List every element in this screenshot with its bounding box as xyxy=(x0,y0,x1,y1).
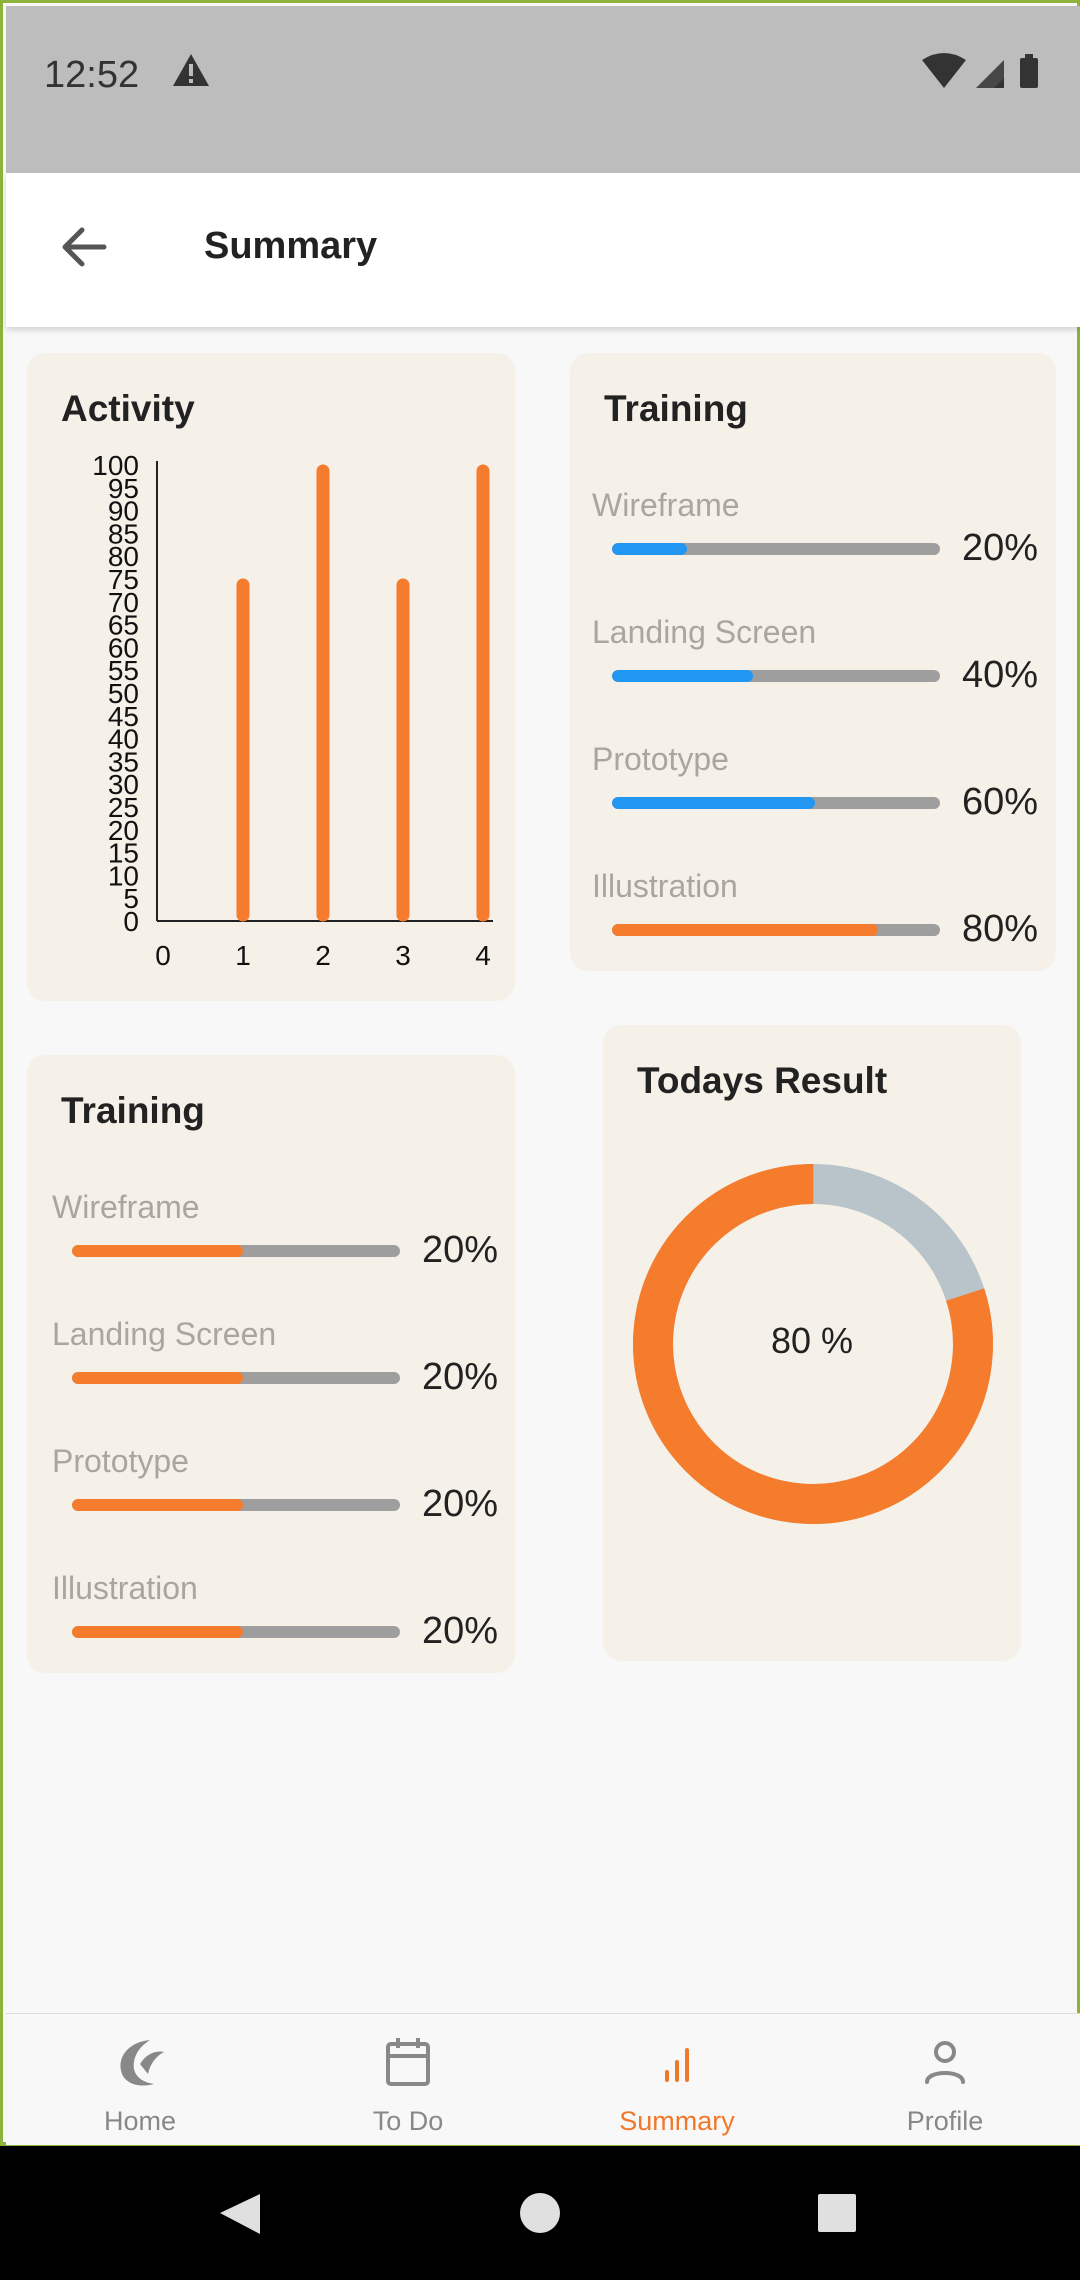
nav-profile-label: Profile xyxy=(906,2106,984,2136)
result-card: Todays Result 80 % xyxy=(603,1025,1021,1661)
battery-icon xyxy=(1020,54,1038,88)
training-bottom-item-label: Landing Screen xyxy=(52,1316,277,1352)
x-tick-label: 0 xyxy=(155,940,171,971)
x-tick-label: 1 xyxy=(235,940,251,971)
status-icons xyxy=(920,52,1050,97)
nav-todo-label: To Do xyxy=(372,2106,444,2136)
training-top-item-progress-fill xyxy=(612,670,754,682)
training-top-item-value: 60% xyxy=(962,781,1039,823)
training-bottom-title: Training xyxy=(61,1090,205,1131)
bar-chart-icon xyxy=(665,2048,689,2082)
training-top-item-progress-bar xyxy=(612,543,940,555)
arrow-back-icon xyxy=(62,227,107,267)
training-card-bottom: Training Wireframe 20% Landing Screen 20% Pr… xyxy=(27,1055,515,1673)
calendar-icon xyxy=(386,2038,430,2086)
training-top-item-value: 80% xyxy=(962,908,1039,950)
nav-home[interactable]: Home xyxy=(6,2014,274,2146)
training-bottom-item-value: 20% xyxy=(422,1229,499,1271)
training-top-title: Training xyxy=(604,388,748,429)
home-icon xyxy=(120,2040,164,2086)
training-bottom-item-value: 20% xyxy=(422,1356,499,1398)
x-tick-label: 3 xyxy=(395,940,411,971)
nav-profile[interactable]: Profile xyxy=(811,2014,1079,2146)
training-top-item-label: Wireframe xyxy=(592,487,740,523)
training-bottom-item-progress-bar xyxy=(72,1372,400,1384)
bottom-navigation: Home To Do Summary Profile xyxy=(6,2013,1080,2145)
training-top-item-progress-bar xyxy=(612,924,940,936)
training-bottom-item-progress-fill xyxy=(72,1245,243,1257)
training-bottom-item-label: Prototype xyxy=(52,1443,189,1479)
training-card-top: Training Wireframe 20% Landing Screen 40% Pr… xyxy=(570,353,1056,971)
training-top-item-progress-bar xyxy=(612,797,940,809)
nav-home-label: Home xyxy=(103,2106,177,2136)
wifi-icon xyxy=(922,53,966,88)
x-tick-label: 4 xyxy=(475,940,491,971)
system-home-icon[interactable] xyxy=(520,2193,560,2233)
back-button[interactable] xyxy=(54,217,114,277)
training-top-item-progress-fill xyxy=(612,797,816,809)
nav-todo[interactable]: To Do xyxy=(274,2014,542,2146)
nav-summary[interactable]: Summary xyxy=(543,2014,811,2146)
system-navigation-bar xyxy=(0,2146,1080,2280)
training-bottom-item-value: 20% xyxy=(422,1483,499,1525)
system-recents-icon[interactable] xyxy=(818,2194,856,2232)
training-bottom-item-progress-fill xyxy=(72,1626,243,1638)
training-top-item-label: Illustration xyxy=(592,868,738,904)
activity-bar-chart: 0510152025303540455055606570758085909510… xyxy=(92,450,493,971)
training-bottom-item-progress-bar xyxy=(72,1626,400,1638)
activity-card: Activity 0 5 10 15 20 25 30 35 40 45 50 55 60 65 70 75 8… xyxy=(27,353,515,1001)
training-top-item-label: Landing Screen xyxy=(592,614,817,650)
training-bottom-item-label: Wireframe xyxy=(52,1189,200,1225)
training-bottom-item-progress-fill xyxy=(72,1372,243,1384)
training-top-item-value: 40% xyxy=(962,654,1039,696)
training-bottom-item-value: 20% xyxy=(422,1610,499,1652)
training-bottom-item-label: Illustration xyxy=(52,1570,198,1606)
training-top-item-label: Prototype xyxy=(592,741,729,777)
y-tick-label: 100 xyxy=(92,450,139,481)
system-back-icon[interactable] xyxy=(220,2194,260,2234)
status-bar: 12:52 xyxy=(6,6,1080,173)
training-top-item-value: 20% xyxy=(962,527,1039,569)
training-bottom-item-progress-bar xyxy=(72,1245,400,1257)
alert-icon xyxy=(171,52,211,93)
app-frame: 12:52 Summary Activity 0 5 10 15 20 25 30 35 40 4… xyxy=(0,0,1080,2146)
training-top-item-progress-fill xyxy=(612,543,688,555)
training-bottom-item-progress-fill xyxy=(72,1499,243,1511)
app-bar: Summary xyxy=(6,173,1080,327)
training-top-item-progress-fill xyxy=(612,924,878,936)
status-time: 12:52 xyxy=(44,54,140,96)
result-center-text: 80 % xyxy=(770,1320,854,1361)
training-top-item-progress-bar xyxy=(612,670,940,682)
signal-icon xyxy=(976,60,1004,88)
x-tick-label: 2 xyxy=(315,940,331,971)
person-icon xyxy=(925,2041,965,2084)
page-title: Summary xyxy=(204,225,378,267)
training-bottom-item-progress-bar xyxy=(72,1499,400,1511)
nav-summary-label: Summary xyxy=(619,2106,735,2136)
